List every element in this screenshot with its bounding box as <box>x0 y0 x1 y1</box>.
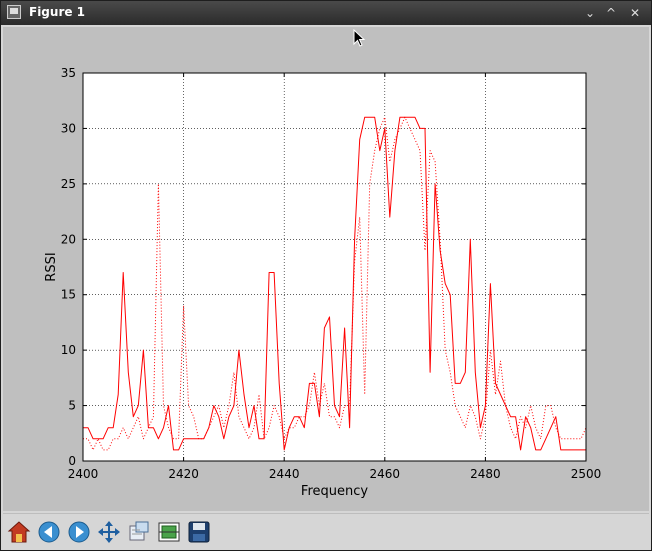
x-tick-label: 2500 <box>571 467 602 481</box>
subplots-icon <box>158 522 180 542</box>
save-icon <box>188 521 210 543</box>
app-icon <box>7 5 21 19</box>
zoom-icon <box>129 521 149 541</box>
x-tick-label: 2480 <box>470 467 501 481</box>
x-tick-label: 2400 <box>68 467 99 481</box>
title-bar[interactable]: Figure 1 ⌄ ^ ✕ <box>1 1 651 25</box>
y-tick-label: 0 <box>68 454 76 468</box>
home-button[interactable] <box>5 518 33 546</box>
navigation-toolbar <box>3 513 649 550</box>
x-tick-label: 2420 <box>168 467 199 481</box>
pan-icon <box>98 521 120 543</box>
x-axis-label: Frequency <box>301 484 368 499</box>
figure-canvas[interactable]: 2400 2420 2440 2460 2480 2500 0 5 10 15 20 25 30 35 Fr… <box>3 27 649 511</box>
save-button[interactable] <box>185 518 213 546</box>
y-tick-label: 35 <box>61 66 76 80</box>
window-title: Figure 1 <box>29 5 86 19</box>
back-icon <box>38 521 60 543</box>
maximize-button[interactable]: ^ <box>602 4 620 22</box>
y-tick-label: 5 <box>68 399 76 413</box>
y-tick-label: 20 <box>61 232 76 246</box>
x-tick-label: 2440 <box>269 467 300 481</box>
y-tick-label: 30 <box>61 121 76 135</box>
x-tick-label: 2460 <box>370 467 401 481</box>
back-button[interactable] <box>35 518 63 546</box>
y-tick-label: 10 <box>61 343 76 357</box>
close-button[interactable]: ✕ <box>626 4 644 22</box>
forward-button[interactable] <box>65 518 93 546</box>
y-tick-label: 15 <box>61 288 76 302</box>
subplots-button[interactable] <box>155 518 183 546</box>
y-tick-label: 25 <box>61 177 76 191</box>
pan-button[interactable] <box>95 518 123 546</box>
mouse-cursor-icon <box>353 29 366 47</box>
minimize-button[interactable]: ⌄ <box>581 4 599 22</box>
y-axis-label: RSSI <box>44 252 59 281</box>
figure-window: Figure 1 ⌄ ^ ✕ 2400 2420 2440 2460 2480 2500 0… <box>0 0 652 551</box>
home-icon <box>7 521 31 543</box>
zoom-button[interactable] <box>125 518 153 546</box>
line-chart: 2400 2420 2440 2460 2480 2500 0 5 10 15 20 25 30 35 Fr… <box>44 66 602 499</box>
forward-icon <box>68 521 90 543</box>
